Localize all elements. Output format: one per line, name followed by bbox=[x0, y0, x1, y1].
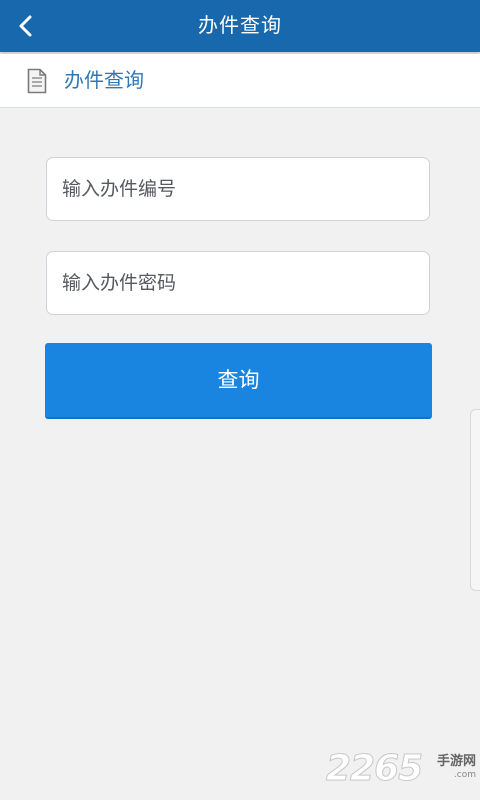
page-title: 办件查询 bbox=[198, 13, 282, 37]
query-button[interactable]: 查询 bbox=[45, 343, 432, 419]
case-password-input[interactable] bbox=[46, 251, 430, 315]
case-number-input[interactable] bbox=[46, 157, 430, 221]
watermark-url: .com bbox=[453, 770, 476, 780]
side-drawer-handle[interactable] bbox=[470, 409, 480, 591]
watermark-site-name: 手游网 bbox=[436, 754, 476, 769]
document-icon bbox=[27, 68, 47, 94]
watermark-number: 2265 bbox=[325, 748, 423, 790]
section-header: 办件查询 bbox=[0, 54, 480, 108]
watermark-logo: 2265 手游网 .com bbox=[325, 748, 476, 790]
section-title: 办件查询 bbox=[64, 68, 144, 92]
top-app-bar: 办件查询 bbox=[0, 0, 480, 52]
